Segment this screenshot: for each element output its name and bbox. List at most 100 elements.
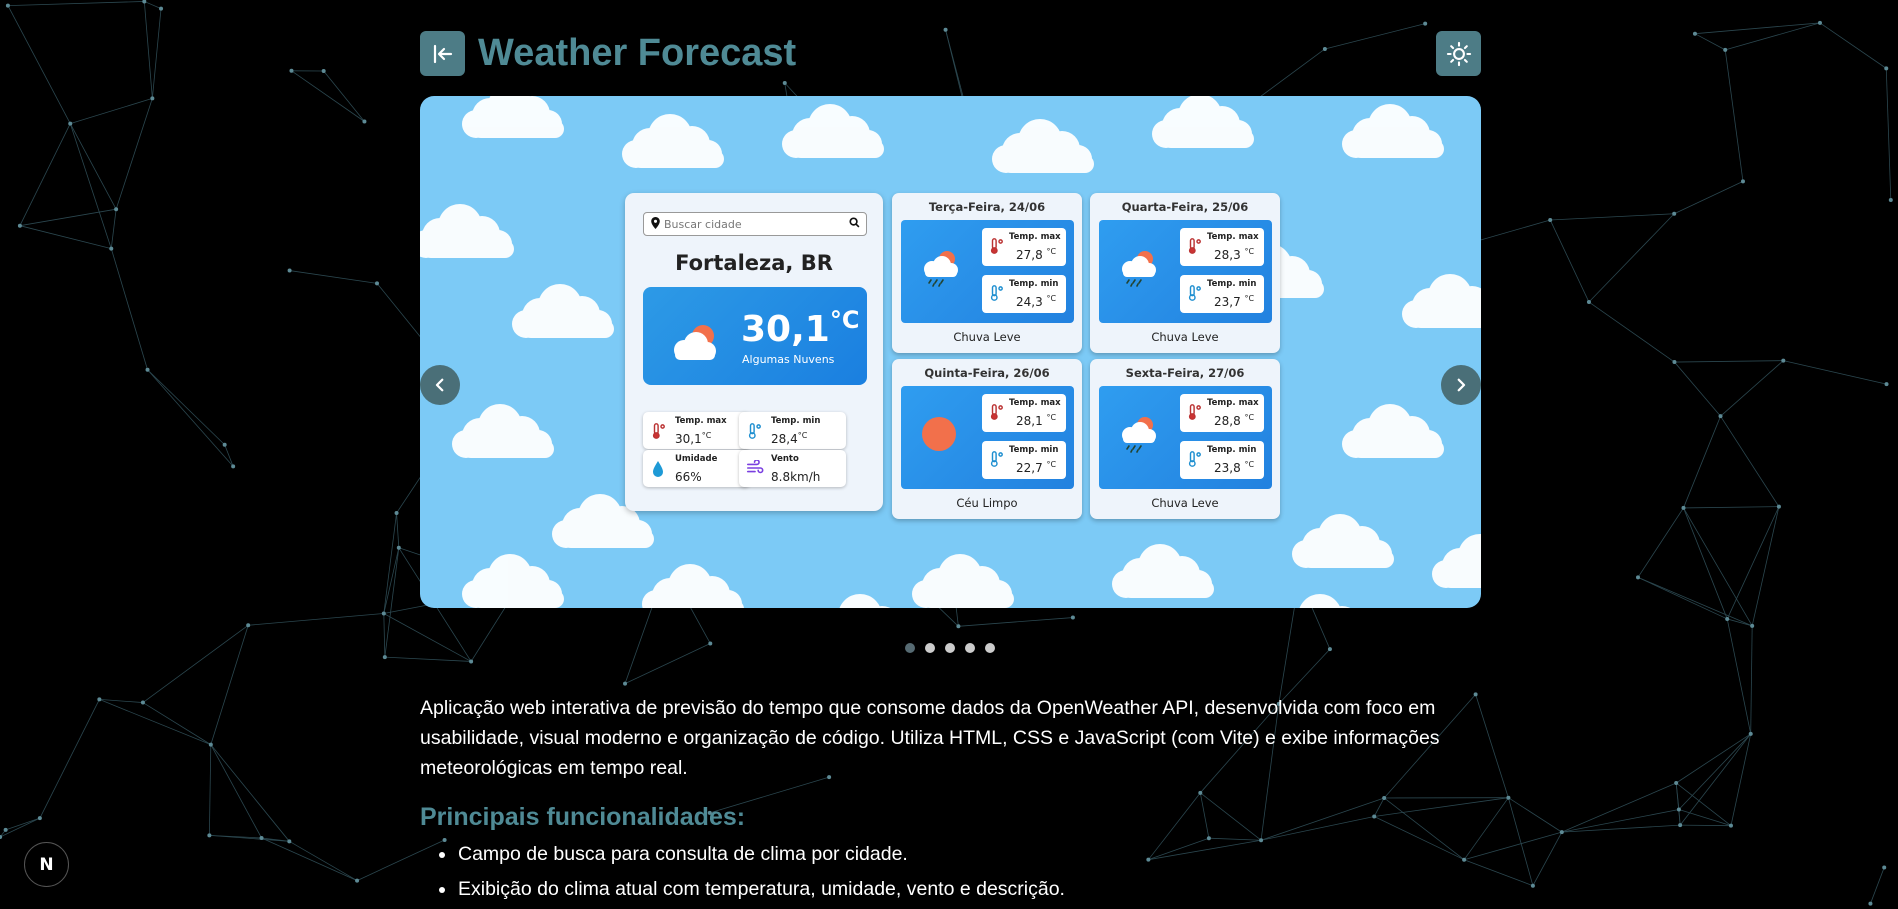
list-item: Exibição do clima atual com temperatura,…	[457, 872, 1065, 907]
water-drop-icon	[650, 460, 666, 482]
min-temp-label: Temp. min	[1009, 279, 1059, 289]
min-temp-value: 23,8 °C	[1214, 460, 1255, 475]
forecast-description: Chuva Leve	[1151, 330, 1219, 344]
forecast-description: Chuva Leve	[953, 330, 1021, 344]
sun-icon	[919, 414, 959, 458]
exit-arrow-icon	[433, 44, 452, 63]
rain-cloud-icon	[919, 248, 963, 292]
forecast-date: Sexta-Feira, 27/06	[1125, 366, 1245, 380]
max-temp-label: Temp. max	[1009, 232, 1061, 242]
min-temp-pill: Temp. min 23,7 °C	[1180, 275, 1264, 313]
forecast-date: Quarta-Feira, 25/06	[1121, 200, 1249, 214]
min-temp-value: 23,7 °C	[1214, 294, 1255, 309]
max-temp-label: Temp. max	[1009, 398, 1061, 408]
carousel-dot[interactable]	[945, 643, 955, 653]
max-temp-label: Temp. max	[1207, 398, 1259, 408]
forecast-day-card: Quinta-Feira, 26/06 Temp. max 28,1 °C Temp.…	[892, 359, 1082, 519]
stat-value: 28,4°C	[771, 431, 808, 446]
thermometer-hot-icon	[988, 237, 1006, 259]
carousel-dot[interactable]	[925, 643, 935, 653]
carousel-prev-button[interactable]	[420, 365, 460, 405]
stat-value: 8.8km/h	[771, 470, 821, 484]
theme-toggle-button[interactable]	[1436, 31, 1481, 76]
forecast-panel: Temp. max 28,1 °C Temp. min 22,7 °C	[901, 386, 1074, 489]
stat-label: Umidade	[675, 454, 718, 464]
current-description: Algumas Nuvens	[742, 353, 835, 366]
thermometer-hot-icon	[1186, 403, 1204, 425]
city-search-input: Buscar cidade	[643, 212, 867, 236]
max-temp-label: Temp. max	[1207, 232, 1259, 242]
forecast-date: Quinta-Feira, 26/06	[924, 366, 1050, 380]
current-temp-panel: 30,1°C Algumas Nuvens	[643, 287, 867, 385]
stat-card: Temp. min 28,4°C	[739, 412, 846, 449]
features-list: Campo de busca para consulta de clima po…	[420, 837, 1065, 907]
forecast-day-card: Terça-Feira, 24/06 Temp. max 27,8 °C Temp. …	[892, 193, 1082, 353]
nextjs-dev-badge[interactable]: N	[24, 842, 69, 887]
carousel-pagination	[905, 643, 995, 653]
project-carousel: Buscar cidade Fortaleza, BR 30,1°C Algum…	[420, 96, 1481, 608]
thermometer-cold-icon	[1186, 450, 1204, 472]
forecast-description: Céu Limpo	[956, 496, 1018, 510]
chevron-right-icon	[1457, 378, 1466, 392]
forecast-panel: Temp. max 28,8 °C Temp. min 23,8 °C	[1099, 386, 1272, 489]
map-pin-icon	[651, 216, 660, 232]
features-heading: Principais funcionalidades:	[420, 803, 746, 831]
forecast-panel: Temp. max 28,3 °C Temp. min 23,7 °C	[1099, 220, 1272, 323]
thermometer-hot-icon	[1186, 237, 1204, 259]
city-name: Fortaleza, BR	[675, 251, 833, 275]
thermometer-cold-icon	[746, 422, 764, 444]
min-temp-pill: Temp. min 24,3 °C	[982, 275, 1066, 313]
page-header: Weather Forecast	[420, 31, 1481, 76]
max-temp-value: 28,1 °C	[1016, 413, 1057, 428]
forecast-day-card: Quarta-Feira, 25/06 Temp. max 28,3 °C Temp.…	[1090, 193, 1280, 353]
stat-card: Vento 8.8km/h	[739, 450, 846, 487]
stat-value: 30,1°C	[675, 431, 712, 446]
max-temp-value: 28,3 °C	[1214, 247, 1255, 262]
min-temp-label: Temp. min	[1207, 279, 1257, 289]
forecast-day-card: Sexta-Feira, 27/06 Temp. max 28,8 °C Temp. …	[1090, 359, 1280, 519]
max-temp-pill: Temp. max 28,3 °C	[1180, 228, 1264, 266]
forecast-date: Terça-Feira, 24/06	[928, 200, 1046, 214]
thermometer-hot-icon	[650, 422, 668, 444]
stat-label: Vento	[771, 454, 799, 464]
stat-label: Temp. max	[675, 416, 727, 426]
stat-label: Temp. min	[771, 416, 821, 426]
thermometer-cold-icon	[988, 284, 1006, 306]
sun-icon	[1446, 41, 1471, 66]
page-title: Weather Forecast	[478, 32, 797, 74]
project-description: Aplicação web interativa de previsão do …	[420, 697, 1440, 779]
carousel-next-button[interactable]	[1441, 365, 1481, 405]
stat-value: 66%	[675, 470, 702, 484]
min-temp-value: 24,3 °C	[1016, 294, 1057, 309]
stat-card: Temp. max 30,1°C	[643, 412, 750, 449]
min-temp-label: Temp. min	[1207, 445, 1257, 455]
forecast-panel: Temp. max 27,8 °C Temp. min 24,3 °C	[901, 220, 1074, 323]
carousel-dot[interactable]	[905, 643, 915, 653]
carousel-dot[interactable]	[985, 643, 995, 653]
min-temp-pill: Temp. min 23,8 °C	[1180, 441, 1264, 479]
search-icon	[849, 217, 860, 231]
current-temperature: 30,1°C	[741, 306, 860, 350]
min-temp-label: Temp. min	[1009, 445, 1059, 455]
max-temp-value: 28,8 °C	[1214, 413, 1255, 428]
thermometer-hot-icon	[988, 403, 1006, 425]
carousel-dot[interactable]	[965, 643, 975, 653]
forecast-description: Chuva Leve	[1151, 496, 1219, 510]
max-temp-pill: Temp. max 27,8 °C	[982, 228, 1066, 266]
chevron-left-icon	[435, 378, 444, 392]
list-item: Campo de busca para consulta de clima po…	[457, 837, 1065, 872]
thermometer-cold-icon	[1186, 284, 1204, 306]
rain-cloud-icon	[1117, 414, 1161, 458]
search-placeholder: Buscar cidade	[664, 217, 742, 231]
wind-icon	[746, 459, 764, 480]
min-temp-pill: Temp. min 22,7 °C	[982, 441, 1066, 479]
stat-card: Umidade 66%	[643, 450, 750, 487]
current-weather-card: Buscar cidade Fortaleza, BR 30,1°C Algum…	[625, 193, 883, 511]
partly-cloudy-icon	[674, 325, 716, 360]
back-button[interactable]	[420, 31, 465, 76]
min-temp-value: 22,7 °C	[1016, 460, 1057, 475]
max-temp-pill: Temp. max 28,1 °C	[982, 394, 1066, 432]
rain-cloud-icon	[1117, 248, 1161, 292]
max-temp-pill: Temp. max 28,8 °C	[1180, 394, 1264, 432]
max-temp-value: 27,8 °C	[1016, 247, 1057, 262]
